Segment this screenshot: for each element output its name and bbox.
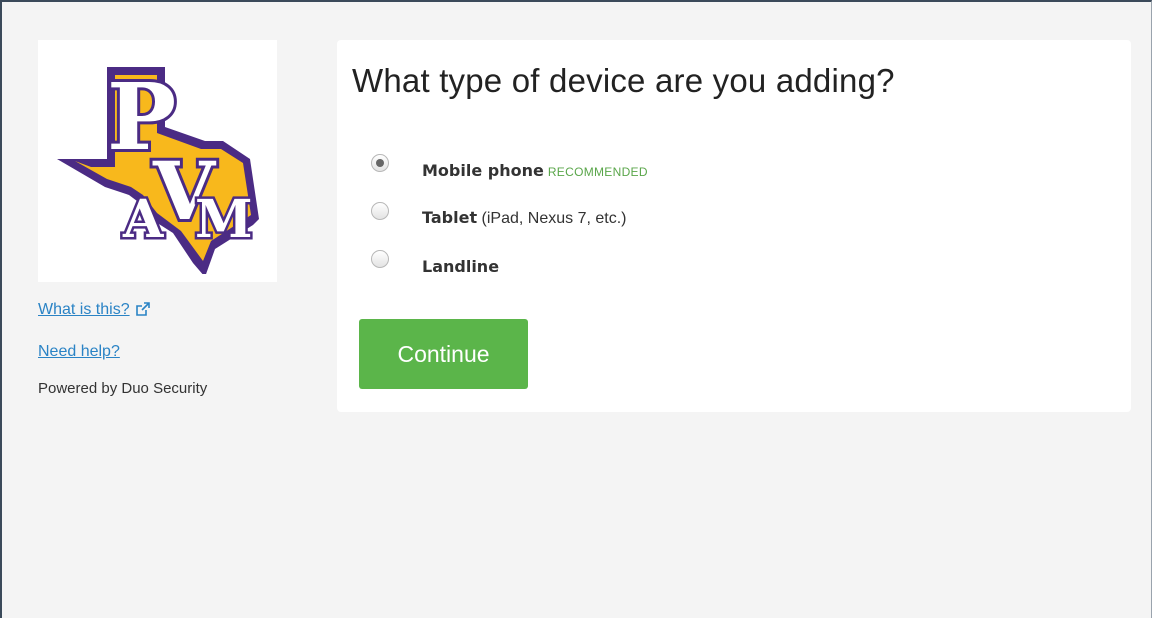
option-landline[interactable]: Landline xyxy=(371,242,648,290)
device-options: Mobile phone RECOMMENDED Tablet (iPad, Ne… xyxy=(371,146,648,290)
svg-text:A: A xyxy=(122,189,164,250)
sidebar: P V A M What is this? Need help? Powered… xyxy=(38,40,278,397)
option-note: (iPad, Nexus 7, etc.) xyxy=(477,210,627,227)
powered-by-text: Powered by Duo Security xyxy=(38,380,208,397)
option-label: Landline xyxy=(422,257,499,276)
option-mobile-phone[interactable]: Mobile phone RECOMMENDED xyxy=(371,146,648,194)
svg-text:M: M xyxy=(195,189,253,250)
texas-pv-logo-icon: P V A M xyxy=(57,60,259,274)
option-name: Tablet xyxy=(422,208,478,227)
continue-button[interactable]: Continue xyxy=(359,319,528,389)
device-type-card: What type of device are you adding? Mobi… xyxy=(337,40,1131,412)
option-label: Mobile phone RECOMMENDED xyxy=(422,161,648,180)
pvam-logo: P V A M xyxy=(38,40,277,282)
page-title: What type of device are you adding? xyxy=(352,62,895,99)
radio-mobile-phone[interactable] xyxy=(371,154,389,172)
option-name: Mobile phone xyxy=(422,160,544,180)
recommended-badge: RECOMMENDED xyxy=(547,164,648,179)
need-help-link[interactable]: Need help? xyxy=(38,340,278,364)
what-is-this-link[interactable]: What is this? xyxy=(38,298,278,324)
external-link-icon xyxy=(135,300,150,324)
option-name: Landline xyxy=(422,256,500,276)
option-label: Tablet (iPad, Nexus 7, etc.) xyxy=(422,208,626,228)
radio-tablet[interactable] xyxy=(371,202,389,220)
option-tablet[interactable]: Tablet (iPad, Nexus 7, etc.) xyxy=(371,194,648,242)
radio-landline[interactable] xyxy=(371,250,389,268)
what-is-this-label: What is this? xyxy=(38,301,130,318)
page-frame: P V A M What is this? Need help? Powered… xyxy=(0,0,1152,618)
help-links: What is this? Need help? xyxy=(38,298,278,364)
